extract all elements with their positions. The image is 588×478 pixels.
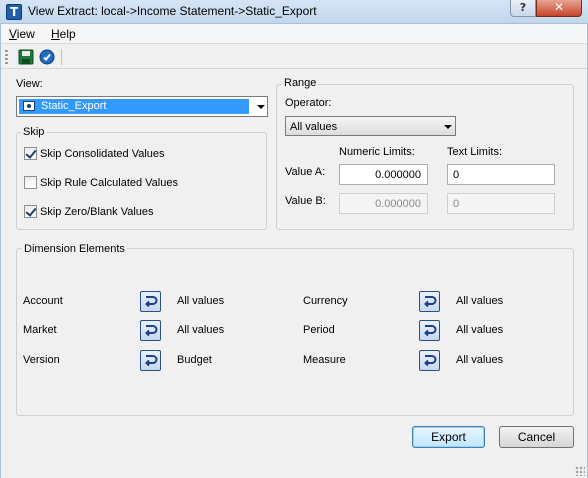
subset-editor-icon (145, 355, 158, 367)
value-a-numeric-input[interactable]: 0.000000 (339, 164, 428, 185)
dimension-measure-value: All values (456, 354, 504, 366)
toolbar-grip[interactable] (5, 50, 8, 64)
subset-editor-icon (145, 296, 158, 308)
dimension-version-label: Version (23, 354, 60, 366)
value-b-text-input: 0 (447, 193, 555, 214)
value-b-numeric-value: 0.000000 (375, 198, 421, 210)
dimension-market-value: All values (177, 324, 225, 336)
dimension-period-value: All values (456, 324, 504, 336)
value-a-text-input[interactable]: 0 (447, 164, 555, 185)
chevron-down-icon[interactable] (444, 125, 452, 129)
view-dropdown[interactable]: Static_Export (16, 96, 268, 117)
close-button[interactable]: ✕ (536, 0, 582, 17)
toolbar (1, 45, 587, 69)
view-selection-highlight: Static_Export (19, 99, 249, 114)
dimension-account-label: Account (23, 295, 63, 307)
subset-editor-icon (424, 325, 437, 337)
subset-editor-icon (145, 325, 158, 337)
app-icon (6, 4, 22, 20)
refresh-icon[interactable] (39, 49, 55, 65)
value-b-text-value: 0 (453, 198, 460, 210)
view-label: View: (16, 78, 43, 90)
dimension-elements-title: Dimension Elements (22, 243, 127, 255)
menu-bar: View Help (1, 24, 587, 44)
save-icon[interactable] (18, 49, 34, 65)
subset-editor-button-account[interactable] (140, 291, 161, 312)
dimension-market-label: Market (23, 324, 57, 336)
dimension-measure-label: Measure (303, 354, 346, 366)
dimension-currency-label: Currency (303, 295, 348, 307)
numeric-limits-header: Numeric Limits: (339, 146, 415, 158)
subset-editor-button-currency[interactable] (419, 291, 440, 312)
value-a-text-value: 0 (453, 169, 460, 181)
skip-consolidated-label[interactable]: Skip Consolidated Values (40, 148, 165, 160)
view-icon (23, 101, 35, 111)
subset-editor-icon (424, 355, 437, 367)
operator-value: All values (290, 121, 338, 133)
menu-help[interactable]: Help (51, 27, 76, 41)
operator-dropdown[interactable]: All values (285, 116, 456, 136)
dimension-period-label: Period (303, 324, 335, 336)
skip-zero-blank-checkbox[interactable] (24, 205, 37, 218)
value-a-numeric-value: 0.000000 (375, 169, 421, 181)
range-group-title: Range (282, 77, 319, 89)
skip-group-title: Skip (21, 126, 47, 138)
dialog-body: View Help View: Static_Export Skip Skip … (0, 24, 588, 478)
menu-view[interactable]: View (9, 27, 35, 41)
value-b-numeric-input: 0.000000 (339, 193, 428, 214)
value-a-label: Value A: (285, 166, 326, 178)
help-button[interactable]: ? (510, 0, 536, 17)
skip-zero-blank-label[interactable]: Skip Zero/Blank Values (40, 206, 154, 218)
skip-rule-calculated-label[interactable]: Skip Rule Calculated Values (40, 177, 178, 189)
resize-grip[interactable] (575, 466, 585, 476)
title-bar: View Extract: local->Income Statement->S… (0, 0, 588, 24)
view-selected-value: Static_Export (41, 100, 107, 112)
dimension-version-value: Budget (177, 354, 212, 366)
export-button[interactable]: Export (412, 426, 485, 448)
subset-editor-button-period[interactable] (419, 320, 440, 341)
subset-editor-button-version[interactable] (140, 350, 161, 371)
subset-editor-icon (424, 296, 437, 308)
value-b-label: Value B: (285, 195, 326, 207)
cancel-button[interactable]: Cancel (499, 426, 574, 448)
subset-editor-button-measure[interactable] (419, 350, 440, 371)
subset-editor-button-market[interactable] (140, 320, 161, 341)
toolbar-separator (61, 49, 62, 65)
skip-rule-calculated-checkbox[interactable] (24, 176, 37, 189)
dimension-account-value: All values (177, 295, 225, 307)
window-title: View Extract: local->Income Statement->S… (28, 4, 317, 18)
skip-consolidated-checkbox[interactable] (24, 147, 37, 160)
chevron-down-icon[interactable] (257, 105, 265, 109)
dimension-currency-value: All values (456, 295, 504, 307)
operator-label: Operator: (285, 97, 332, 109)
text-limits-header: Text Limits: (447, 146, 503, 158)
